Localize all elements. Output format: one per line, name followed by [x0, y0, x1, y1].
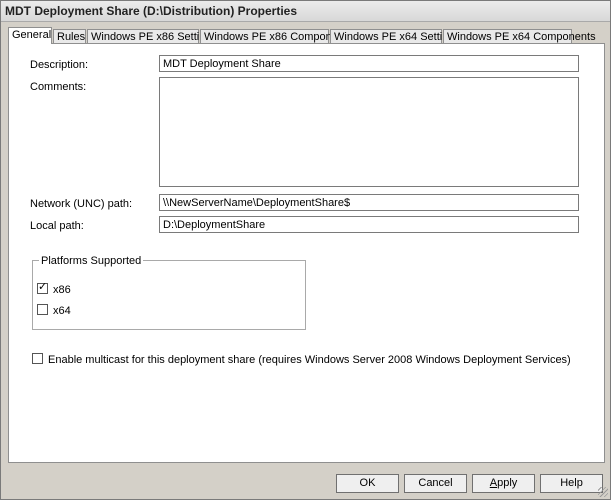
ok-button[interactable]: OK: [336, 474, 399, 493]
resize-grip[interactable]: [598, 487, 608, 497]
general-tab-panel: Description: MDT Deployment Share Commen…: [8, 43, 605, 463]
description-field[interactable]: MDT Deployment Share: [159, 55, 579, 72]
tab-winpe-x86-components[interactable]: Windows PE x86 Components: [200, 29, 353, 43]
platforms-supported-group: [32, 260, 306, 330]
apply-button[interactable]: Apply: [472, 474, 535, 493]
description-label: Description:: [30, 59, 89, 71]
network-path-field[interactable]: \\NewServerName\DeploymentShare$: [159, 194, 579, 211]
x64-label: x64: [53, 305, 71, 317]
tab-rules[interactable]: Rules: [53, 29, 86, 43]
comments-field[interactable]: [159, 77, 579, 187]
window-title: MDT Deployment Share (D:\Distribution) P…: [5, 4, 298, 18]
cancel-button[interactable]: Cancel: [404, 474, 467, 493]
apply-label-rest: pply: [497, 477, 518, 489]
checkmark-icon: ✓: [38, 281, 48, 293]
tab-winpe-x64-settings[interactable]: Windows PE x64 Settings: [330, 29, 460, 43]
x64-checkbox[interactable]: [37, 304, 48, 315]
apply-accelerator: A: [489, 477, 498, 489]
tab-winpe-x86-settings[interactable]: Windows PE x86 Settings: [87, 29, 217, 43]
local-path-label: Local path:: [30, 220, 84, 232]
title-bar[interactable]: MDT Deployment Share (D:\Distribution) P…: [1, 1, 610, 22]
platforms-supported-label: Platforms Supported: [39, 255, 144, 267]
tab-winpe-x64-components[interactable]: Windows PE x64 Components: [443, 29, 596, 43]
x86-label: x86: [53, 284, 71, 296]
network-path-label: Network (UNC) path:: [30, 198, 133, 210]
multicast-checkbox[interactable]: [32, 353, 43, 364]
comments-label: Comments:: [30, 81, 87, 93]
tab-general[interactable]: General: [8, 27, 52, 44]
local-path-field[interactable]: D:\DeploymentShare: [159, 216, 579, 233]
help-button[interactable]: Help: [540, 474, 603, 493]
multicast-label: Enable multicast for this deployment sha…: [48, 354, 571, 366]
x86-checkbox[interactable]: ✓: [37, 281, 48, 294]
properties-dialog: MDT Deployment Share (D:\Distribution) P…: [0, 0, 611, 500]
